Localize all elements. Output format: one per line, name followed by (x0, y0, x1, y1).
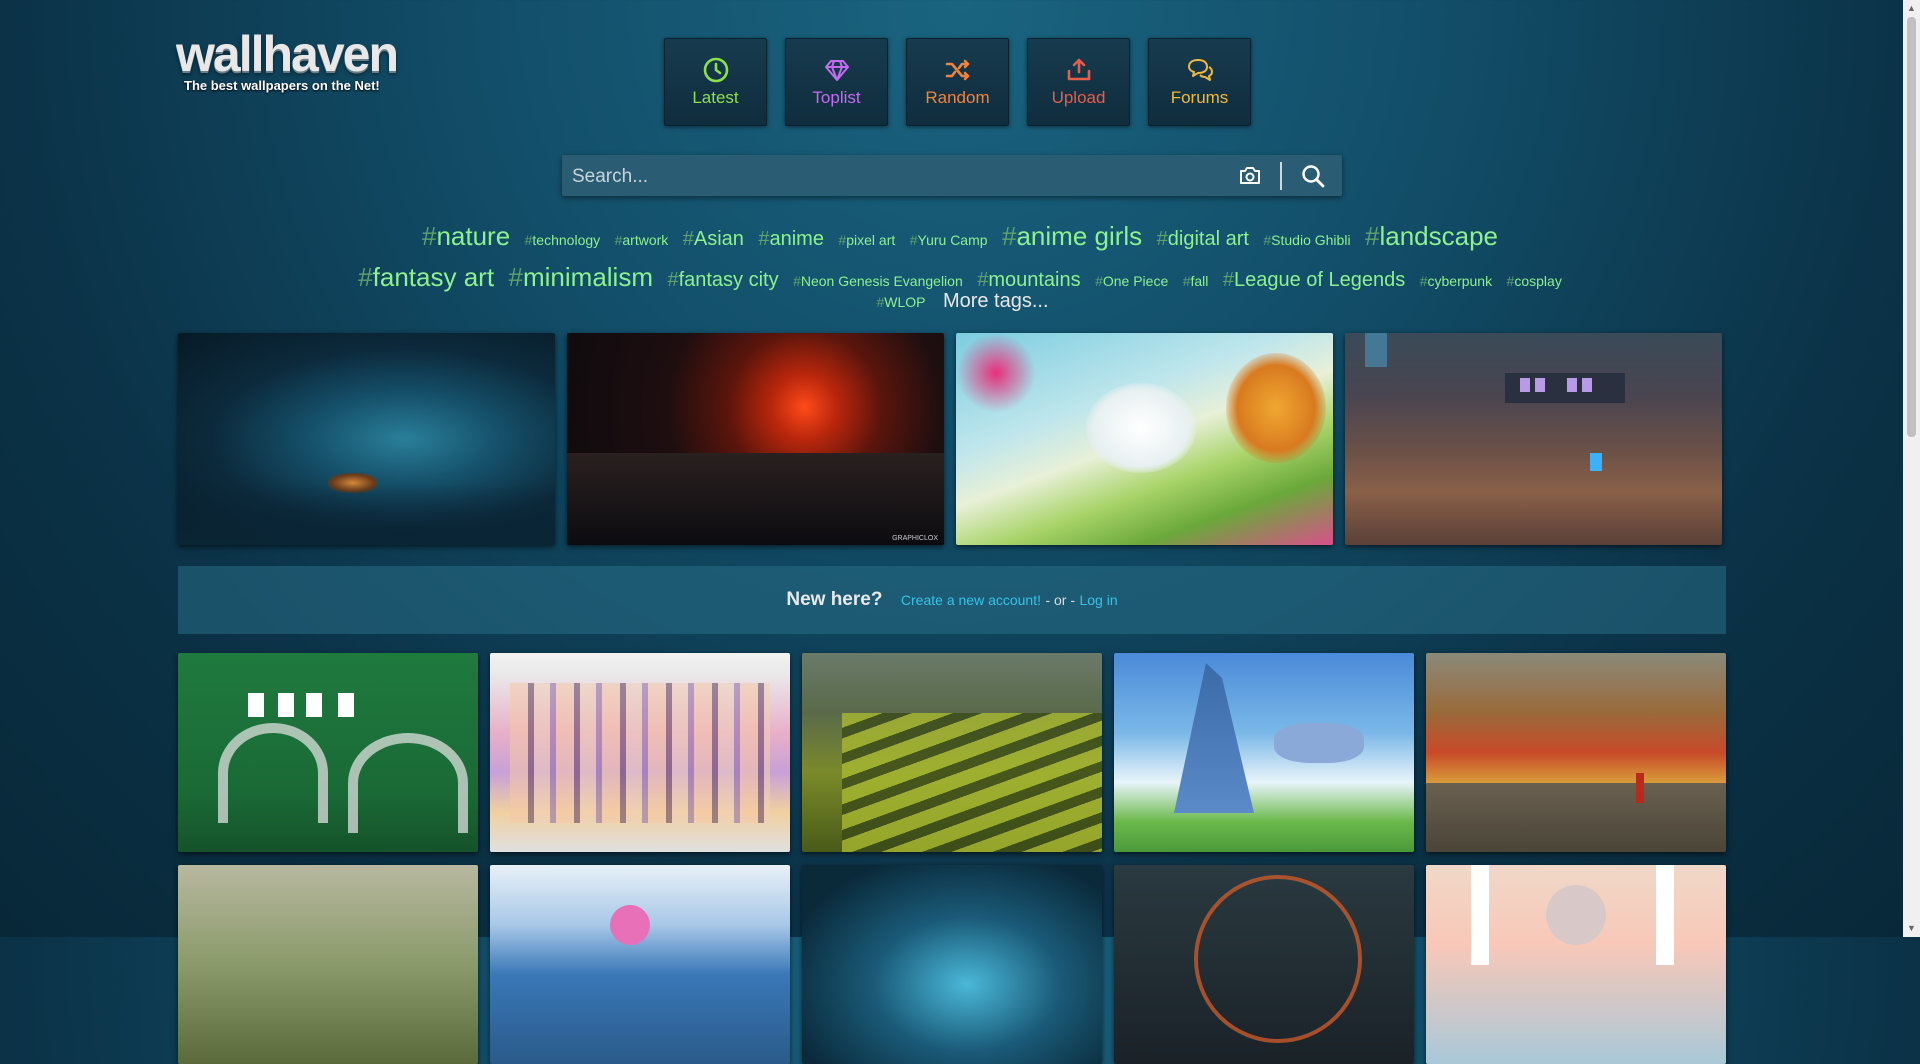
image-watermark: GRAPHICLOX (892, 535, 938, 542)
nav-latest-button[interactable]: Latest (664, 38, 767, 126)
create-account-link[interactable]: Create a new account! (901, 592, 1041, 608)
search-bar (562, 155, 1342, 198)
popular-tags: #nature #technology #artwork #Asian #ani… (340, 218, 1580, 300)
search-input[interactable] (562, 155, 1234, 198)
wallpaper-thumb[interactable] (490, 865, 790, 1064)
nav-forums-button[interactable]: Forums (1148, 38, 1251, 126)
scroll-up-icon[interactable]: ▲ (1903, 0, 1920, 17)
wallpaper-thumb[interactable] (178, 653, 478, 852)
tag-anime[interactable]: #anime (758, 228, 824, 250)
nav-forums-label: Forums (1170, 88, 1229, 107)
site-logo[interactable]: wallhaven The best wallpapers on the Net… (176, 26, 399, 93)
more-tags-link[interactable]: More tags... (943, 290, 1049, 312)
wallpaper-thumb[interactable] (1426, 653, 1726, 852)
upload-icon (1067, 58, 1090, 81)
tag-fantasy-art[interactable]: #fantasy art (358, 262, 494, 292)
tag-minimalism[interactable]: #minimalism (509, 262, 653, 292)
wallpaper-grid-row (178, 653, 1726, 852)
chat-icon (1187, 59, 1213, 81)
diamond-icon (824, 60, 849, 81)
nav-random-label: Random (925, 88, 990, 107)
tag-digital-art[interactable]: #digital art (1157, 228, 1249, 250)
tag-asian[interactable]: #Asian (683, 228, 744, 250)
tag-nature[interactable]: #nature (422, 221, 510, 251)
search-icon[interactable] (1300, 163, 1326, 189)
tag-fall[interactable]: #fall (1183, 273, 1209, 289)
tag-pixel-art[interactable]: #pixel art (838, 232, 895, 248)
nav-toplist-label: Toplist (812, 88, 861, 107)
tags-row-3: #WLOP More tags... (0, 290, 1920, 313)
page-scrollbar[interactable]: ▲ ▼ (1903, 0, 1920, 937)
nav-upload-label: Upload (1051, 88, 1106, 107)
tag-cosplay[interactable]: #cosplay (1507, 273, 1562, 289)
featured-wallpapers: GRAPHICLOX (178, 333, 1722, 545)
logo-subtitle: The best wallpapers on the Net! (184, 78, 380, 93)
wallpaper-thumb[interactable] (802, 653, 1102, 852)
tags-row-1: #nature #technology #artwork #Asian #ani… (340, 218, 1580, 259)
tag-anime-girls[interactable]: #anime girls (1002, 221, 1142, 251)
tag-one-piece[interactable]: #One Piece (1095, 273, 1168, 289)
wallpaper-thumb[interactable] (1114, 865, 1414, 1064)
tag-wlop[interactable]: #WLOP (876, 294, 925, 310)
wallpaper-thumb[interactable] (1114, 653, 1414, 852)
shuffle-icon (945, 59, 969, 81)
featured-thumb[interactable] (178, 333, 555, 545)
wallpaper-grid-row (178, 865, 1726, 1064)
clock-icon (703, 57, 728, 83)
nav-random-button[interactable]: Random (906, 38, 1009, 126)
logo-title: wallhaven (176, 26, 399, 82)
wallpaper-thumb[interactable] (1426, 865, 1726, 1064)
tag-yuru-camp[interactable]: #Yuru Camp (910, 232, 988, 248)
welcome-banner: New here? Create a new account! - or - L… (178, 566, 1726, 634)
camera-icon[interactable] (1238, 164, 1262, 188)
welcome-or-text: - or - (1045, 592, 1076, 608)
scroll-down-icon[interactable]: ▼ (1903, 920, 1920, 937)
scrollbar-thumb[interactable] (1907, 17, 1916, 437)
wallpaper-thumb[interactable] (490, 653, 790, 852)
wallpaper-thumb[interactable] (178, 865, 478, 1064)
login-link[interactable]: Log in (1079, 592, 1117, 608)
tag-landscape[interactable]: #landscape (1365, 221, 1498, 251)
nav-toplist-button[interactable]: Toplist (785, 38, 888, 126)
tag-artwork[interactable]: #artwork (615, 232, 669, 248)
tag-league-of-legends[interactable]: #League of Legends (1223, 269, 1405, 291)
tag-studio-ghibli[interactable]: #Studio Ghibli (1263, 232, 1350, 248)
tag-mountains[interactable]: #mountains (977, 269, 1080, 291)
tag-cyberpunk[interactable]: #cyberpunk (1420, 273, 1492, 289)
tag-neon-genesis-evangelion[interactable]: #Neon Genesis Evangelion (793, 273, 963, 289)
nav-upload-button[interactable]: Upload (1027, 38, 1130, 126)
main-nav: Latest Toplist Random Upload Forums (664, 38, 1251, 126)
wallpaper-thumb[interactable] (802, 865, 1102, 1064)
featured-thumb[interactable] (956, 333, 1333, 545)
welcome-heading: New here? (786, 589, 883, 610)
featured-thumb[interactable]: GRAPHICLOX (567, 333, 944, 545)
nav-latest-label: Latest (692, 88, 739, 107)
tag-technology[interactable]: #technology (525, 232, 601, 248)
featured-thumb[interactable] (1345, 333, 1722, 545)
tag-fantasy-city[interactable]: #fantasy city (667, 269, 778, 291)
search-divider (1280, 162, 1282, 190)
